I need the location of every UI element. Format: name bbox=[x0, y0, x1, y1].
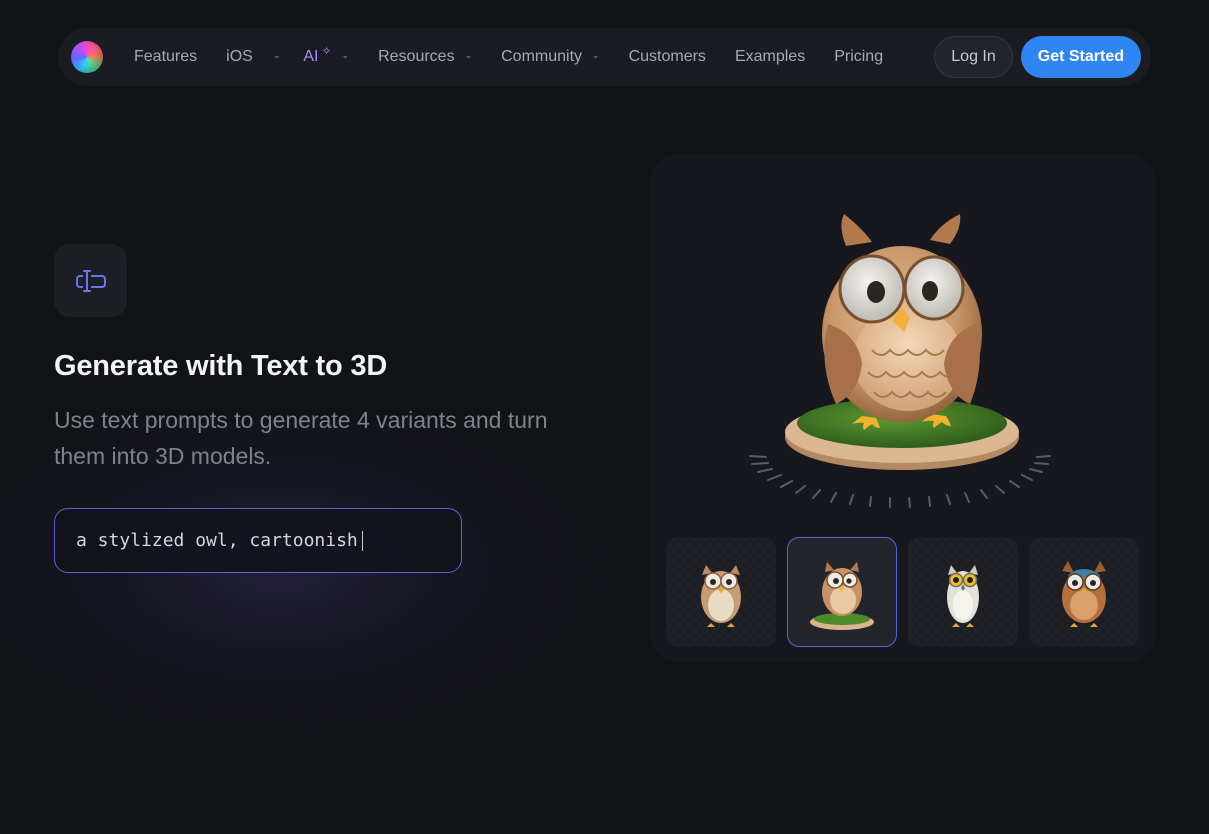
sparkle-icon: ✧ bbox=[321, 44, 332, 58]
page: Features iOS ⌄ AI ✧ ⌄ Resources ⌄ Commun… bbox=[0, 0, 1209, 834]
nav-links: Features iOS ⌄ AI ✧ ⌄ Resources ⌄ Commun… bbox=[134, 44, 934, 66]
chevron-down-icon: ⌄ bbox=[272, 49, 281, 60]
nav-item-features[interactable]: Features bbox=[134, 48, 197, 66]
chevron-down-icon: ⌄ bbox=[592, 49, 600, 60]
nav-item-community[interactable]: Community ⌄ bbox=[501, 48, 599, 66]
nav-item-resources[interactable]: Resources ⌄ bbox=[378, 48, 472, 66]
owl-variant-2[interactable] bbox=[787, 537, 897, 647]
nav-item-label: AI bbox=[303, 48, 319, 65]
nav-item-label: Customers bbox=[628, 48, 706, 65]
owl-variant-4[interactable] bbox=[1029, 537, 1139, 647]
nav-item-label: iOS bbox=[226, 48, 253, 65]
text-cursor-icon bbox=[75, 269, 106, 292]
nav-item-label: Examples bbox=[734, 48, 806, 65]
owl-3d-preview[interactable] bbox=[650, 154, 1156, 526]
logo-icon[interactable] bbox=[71, 41, 103, 73]
owl-variant-3[interactable] bbox=[908, 537, 1018, 647]
variant-thumbnails bbox=[666, 537, 1139, 647]
owl-thumbnail-2 bbox=[810, 562, 874, 630]
feature-heading: Generate with Text to 3D bbox=[54, 350, 388, 382]
nav-item-ios[interactable]: iOS ⌄ bbox=[226, 48, 280, 66]
chevron-down-icon: ⌄ bbox=[341, 49, 350, 60]
feature-icon-tile bbox=[54, 244, 127, 317]
owl-variant-1[interactable] bbox=[666, 537, 776, 647]
owl-thumbnail-3 bbox=[947, 565, 979, 627]
nav-item-examples[interactable]: Examples bbox=[735, 48, 805, 66]
nav-item-label: Community bbox=[501, 48, 583, 65]
prompt-text: a stylized owl, cartoonish bbox=[76, 530, 358, 551]
nav-item-label: Features bbox=[134, 48, 198, 65]
owl-thumbnail-4 bbox=[1062, 561, 1106, 627]
nav-item-customers[interactable]: Customers bbox=[629, 48, 706, 66]
nav-item-label: Resources bbox=[378, 48, 455, 65]
top-nav: Features iOS ⌄ AI ✧ ⌄ Resources ⌄ Commun… bbox=[58, 28, 1151, 86]
feature-description: Use text prompts to generate 4 variants … bbox=[54, 407, 548, 469]
model-viewer bbox=[650, 154, 1156, 662]
chevron-down-icon: ⌄ bbox=[464, 49, 473, 60]
nav-item-pricing[interactable]: Pricing bbox=[834, 48, 883, 66]
prompt-input[interactable]: a stylized owl, cartoonish bbox=[54, 508, 462, 573]
nav-item-ai[interactable]: AI ✧ ⌄ bbox=[303, 44, 350, 66]
text-caret bbox=[361, 530, 363, 551]
nav-actions: Log In Get Started bbox=[934, 36, 1141, 78]
nav-item-label: Pricing bbox=[834, 48, 884, 65]
login-button[interactable]: Log In bbox=[934, 36, 1013, 78]
owl-thumbnail-1 bbox=[701, 565, 741, 627]
get-started-button[interactable]: Get Started bbox=[1020, 36, 1141, 78]
